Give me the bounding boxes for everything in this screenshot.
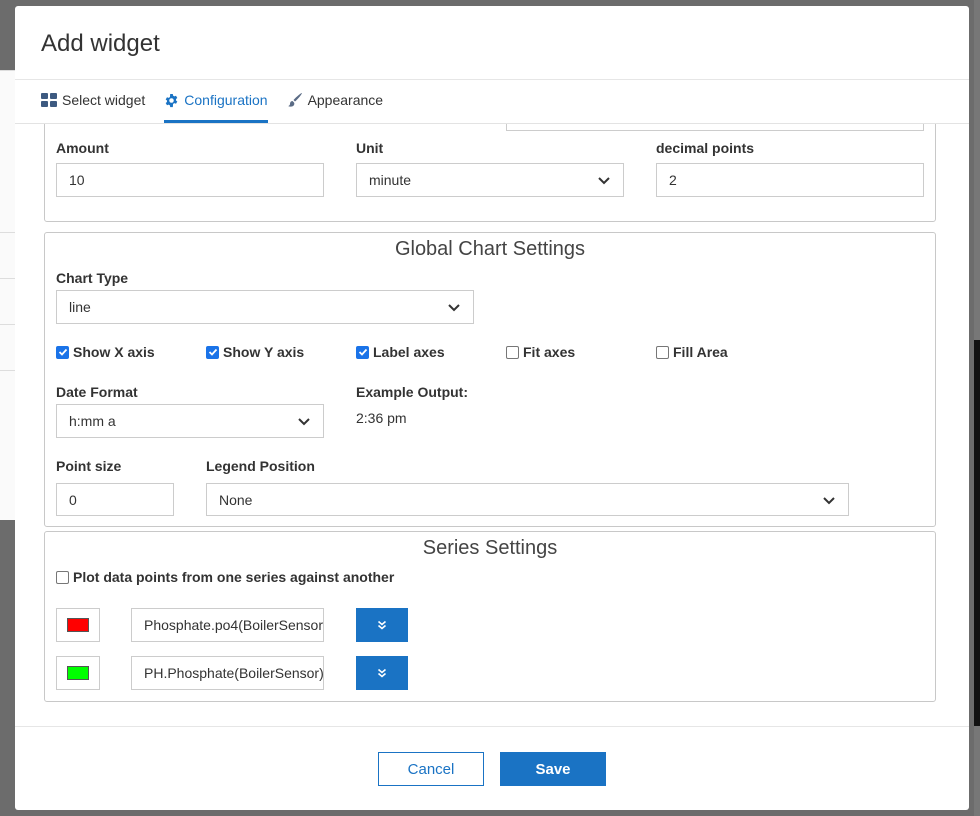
divider	[0, 278, 16, 279]
checkbox-checked-icon	[356, 345, 369, 359]
double-chevron-down-icon	[377, 668, 387, 678]
amount-input[interactable]: 10	[56, 163, 324, 197]
unit-value: minute	[369, 172, 412, 188]
example-output-value: 2:36 pm	[356, 410, 407, 426]
dialog-header: Add widget	[15, 6, 969, 80]
brush-icon	[287, 93, 302, 107]
panel-title: Global Chart Settings	[394, 238, 586, 260]
chevron-down-icon	[298, 418, 310, 426]
show-y-axis-checkbox[interactable]: Show Y axis	[206, 344, 304, 360]
date-format-value: h:mm a	[69, 413, 116, 429]
tab-bar: Select widget Configuration Appearance	[15, 80, 969, 124]
checkbox-label: Show X axis	[73, 344, 155, 360]
decimal-points-label: decimal points	[656, 140, 755, 156]
chart-type-value: line	[69, 299, 91, 315]
divider	[0, 370, 16, 371]
fill-area-checkbox[interactable]: Fill Area	[656, 344, 728, 360]
series-expand-button[interactable]	[356, 608, 408, 642]
fit-axes-checkbox[interactable]: Fit axes	[506, 344, 575, 360]
checkbox-unchecked-icon	[506, 345, 519, 359]
gear-icon	[165, 93, 178, 107]
time-settings-panel: Amount 10 Unit minute decimal points 2	[44, 124, 936, 222]
chart-type-select[interactable]: line	[56, 290, 474, 324]
tab-label: Appearance	[307, 92, 384, 108]
double-chevron-down-icon	[377, 620, 387, 630]
divider	[0, 70, 16, 71]
legend-position-value: None	[219, 491, 253, 508]
chevron-down-icon	[823, 496, 835, 504]
point-size-label: Point size	[56, 458, 122, 474]
divider	[0, 232, 16, 233]
configuration-content: Amount 10 Unit minute decimal points 2 G…	[15, 124, 969, 726]
tab-appearance[interactable]: Appearance	[287, 80, 384, 123]
amount-label: Amount	[56, 140, 109, 156]
date-format-select[interactable]: h:mm a	[56, 404, 324, 438]
checkbox-label: Label axes	[373, 344, 445, 360]
unit-select[interactable]: minute	[356, 163, 624, 197]
legend-position-label: Legend Position	[206, 458, 315, 474]
checkbox-label: Plot data points from one series against…	[73, 569, 395, 585]
series-expand-button[interactable]	[356, 656, 408, 690]
show-x-axis-checkbox[interactable]: Show X axis	[56, 344, 155, 360]
point-size-input[interactable]: 0	[56, 483, 174, 516]
chart-type-label: Chart Type	[56, 270, 129, 286]
checkbox-checked-icon	[206, 345, 219, 359]
add-widget-dialog: Add widget Select widget Configuration A…	[15, 6, 969, 810]
series-name-input[interactable]: Phosphate.po4(BoilerSensor)	[131, 608, 324, 642]
dialog-footer: Cancel Save	[15, 726, 969, 810]
checkbox-label: Show Y axis	[223, 344, 305, 360]
plot-against-checkbox[interactable]: Plot data points from one series against…	[56, 569, 394, 585]
tab-select-widget[interactable]: Select widget	[41, 80, 145, 123]
tab-label: Configuration	[184, 92, 268, 108]
truncated-field[interactable]	[506, 124, 924, 131]
series-settings-panel: Series Settings Plot data points from on…	[44, 531, 936, 702]
cancel-button[interactable]: Cancel	[378, 752, 484, 786]
date-format-label: Date Format	[56, 384, 138, 400]
tab-label: Select widget	[62, 92, 146, 108]
background-scrollbar	[974, 0, 980, 816]
panel-title: Series Settings	[422, 537, 558, 559]
series-color-picker[interactable]	[56, 608, 100, 642]
color-swatch	[67, 618, 89, 632]
grid-icon	[41, 93, 57, 107]
checkbox-unchecked-icon	[56, 570, 69, 584]
color-swatch	[67, 666, 89, 680]
divider	[0, 324, 16, 325]
chevron-down-icon	[598, 177, 610, 185]
decimal-points-input[interactable]: 2	[656, 163, 924, 197]
tab-configuration[interactable]: Configuration	[164, 80, 268, 123]
checkbox-label: Fill Area	[673, 344, 728, 360]
save-button[interactable]: Save	[500, 752, 606, 786]
background-page	[0, 70, 16, 520]
example-output-label: Example Output:	[356, 384, 469, 400]
checkbox-label: Fit axes	[523, 344, 576, 360]
legend-position-select[interactable]: None	[206, 483, 849, 516]
chevron-down-icon	[448, 304, 460, 312]
unit-label: Unit	[356, 140, 384, 156]
checkbox-checked-icon	[56, 345, 69, 359]
series-name-input[interactable]: PH.Phosphate(BoilerSensor)	[131, 656, 324, 690]
checkbox-unchecked-icon	[656, 345, 669, 359]
series-color-picker[interactable]	[56, 656, 100, 690]
dialog-title: Add widget	[41, 30, 160, 57]
global-chart-settings-panel: Global Chart Settings Chart Type line Sh…	[44, 232, 936, 527]
label-axes-checkbox[interactable]: Label axes	[356, 344, 445, 360]
